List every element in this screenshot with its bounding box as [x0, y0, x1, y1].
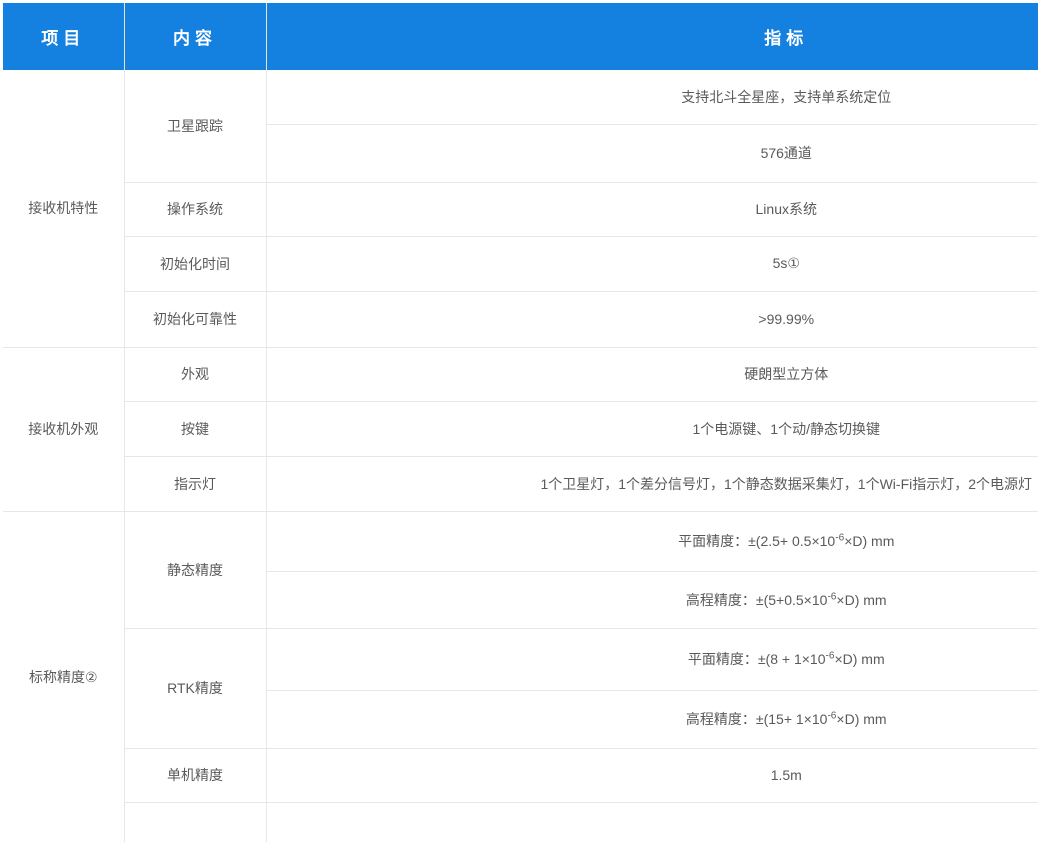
row-label: 单机精度: [124, 748, 266, 802]
row-label: RTK精度: [124, 628, 266, 748]
row-label: 卫星跟踪: [124, 70, 266, 182]
row-label: 静态精度: [124, 511, 266, 628]
row-label: 按键: [124, 401, 266, 456]
row-value: 1.5m: [266, 748, 1038, 802]
spec-table-header: 项目 内容 指标: [3, 3, 1038, 70]
section-label: 标称精度②: [3, 511, 124, 842]
spec-table-body: 接收机特性卫星跟踪支持北斗全星座，支持单系统定位576通道操作系统Linux系统…: [3, 70, 1038, 842]
row-value: 平面精度：±(8 + 1×10-6×D) mm: [266, 628, 1038, 690]
row-value: 1个电源键、1个动/静态切换键: [266, 401, 1038, 456]
table-row: 标称精度②静态精度平面精度：±(2.5+ 0.5×10-6×D) mm: [3, 511, 1038, 571]
table-row: 接收机外观外观硬朗型立方体: [3, 347, 1038, 401]
row-value: 高程精度：±(5+0.5×10-6×D) mm: [266, 571, 1038, 628]
table-row: RTK精度平面精度：±(8 + 1×10-6×D) mm: [3, 628, 1038, 690]
row-label: 指示灯: [124, 456, 266, 511]
spec-table: 项目 内容 指标 接收机特性卫星跟踪支持北斗全星座，支持单系统定位576通道操作…: [3, 3, 1038, 842]
row-label: 初始化可靠性: [124, 291, 266, 347]
row-value: 高程精度：±(15+ 1×10-6×D) mm: [266, 690, 1038, 748]
row-label: 初始化时间: [124, 236, 266, 291]
table-row: 单机精度1.5m: [3, 748, 1038, 802]
table-row: [3, 802, 1038, 842]
header-col-item: 项目: [3, 3, 124, 70]
table-row: 初始化时间5s①: [3, 236, 1038, 291]
table-row: 接收机特性卫星跟踪支持北斗全星座，支持单系统定位: [3, 70, 1038, 124]
table-row: 初始化可靠性>99.99%: [3, 291, 1038, 347]
row-value: [266, 802, 1038, 842]
spec-table-wrapper: 项目 内容 指标 接收机特性卫星跟踪支持北斗全星座，支持单系统定位576通道操作…: [0, 0, 1038, 842]
row-value: 平面精度：±(2.5+ 0.5×10-6×D) mm: [266, 511, 1038, 571]
row-value: 576通道: [266, 124, 1038, 182]
table-row: 操作系统Linux系统: [3, 182, 1038, 236]
row-value: Linux系统: [266, 182, 1038, 236]
row-value: 硬朗型立方体: [266, 347, 1038, 401]
section-label: 接收机特性: [3, 70, 124, 347]
row-label: 操作系统: [124, 182, 266, 236]
header-col-content: 内容: [124, 3, 266, 70]
table-row: 指示灯1个卫星灯，1个差分信号灯，1个静态数据采集灯，1个Wi-Fi指示灯，2个…: [3, 456, 1038, 511]
row-value: 支持北斗全星座，支持单系统定位: [266, 70, 1038, 124]
header-col-spec: 指标: [266, 3, 1038, 70]
row-label: 外观: [124, 347, 266, 401]
row-label: [124, 802, 266, 842]
row-value: 5s①: [266, 236, 1038, 291]
row-value: >99.99%: [266, 291, 1038, 347]
section-label: 接收机外观: [3, 347, 124, 511]
table-row: 按键1个电源键、1个动/静态切换键: [3, 401, 1038, 456]
row-value: 1个卫星灯，1个差分信号灯，1个静态数据采集灯，1个Wi-Fi指示灯，2个电源灯: [266, 456, 1038, 511]
